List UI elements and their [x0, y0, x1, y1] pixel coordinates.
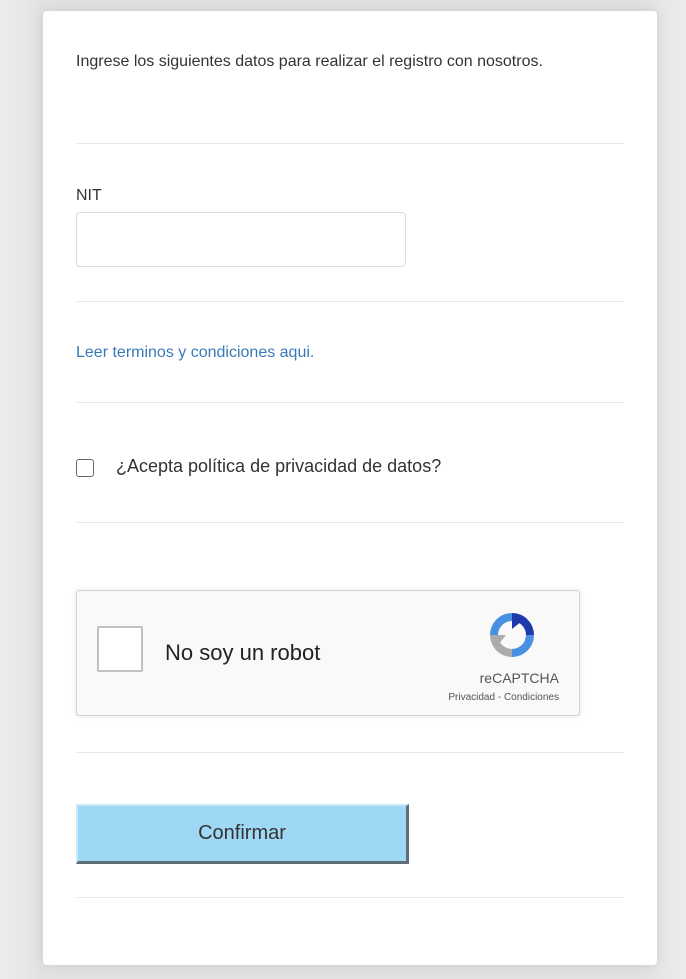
nit-label: NIT	[76, 187, 102, 204]
recaptcha-privacy-link[interactable]: Privacidad	[448, 692, 495, 703]
registration-card: Ingrese los siguientes datos para realiz…	[43, 11, 657, 965]
privacy-row[interactable]: ¿Acepta política de privacidad de datos?	[76, 454, 441, 478]
privacy-label: ¿Acepta política de privacidad de datos?	[116, 455, 442, 476]
recaptcha-logo-icon	[490, 613, 534, 657]
recaptcha-brand: reCAPTCHA	[479, 670, 559, 686]
recaptcha-terms-link[interactable]: Condiciones	[504, 692, 559, 703]
recaptcha-links-separator: -	[495, 692, 504, 703]
divider	[76, 301, 624, 302]
divider	[76, 402, 624, 403]
divider	[76, 752, 624, 753]
recaptcha-label: No soy un robot	[165, 640, 321, 665]
terms-link[interactable]: Leer terminos y condiciones aqui.	[76, 344, 314, 362]
nit-input[interactable]	[76, 212, 406, 267]
privacy-checkbox[interactable]	[76, 459, 94, 477]
intro-text: Ingrese los siguientes datos para realiz…	[76, 53, 543, 70]
divider	[76, 897, 624, 898]
recaptcha-links: Privacidad - Condiciones	[448, 692, 559, 703]
confirm-button[interactable]: Confirmar	[76, 804, 409, 864]
recaptcha-widget: No soy un robot reCAPTCHA Privacidad - C…	[76, 590, 580, 716]
recaptcha-checkbox[interactable]	[97, 626, 143, 672]
divider	[76, 143, 624, 144]
divider	[76, 522, 624, 523]
